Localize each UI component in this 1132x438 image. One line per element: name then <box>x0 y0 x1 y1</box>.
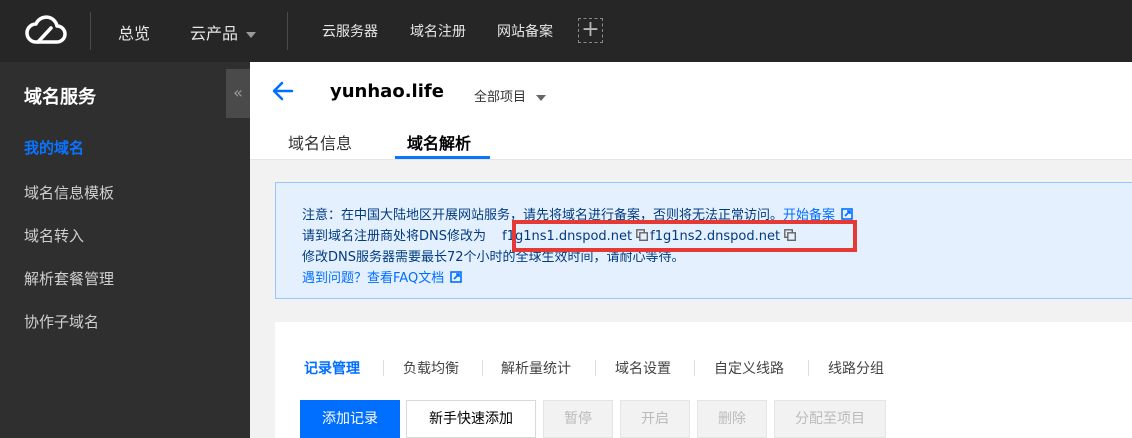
caret-down-icon <box>246 31 257 38</box>
nav-overview[interactable]: 总览 <box>118 20 150 44</box>
faq-link[interactable]: 查看FAQ文档 <box>367 271 444 286</box>
cloud-logo-icon[interactable] <box>24 14 68 48</box>
divider <box>383 360 384 376</box>
divider <box>694 360 695 376</box>
divider <box>482 360 483 376</box>
divider <box>808 360 809 376</box>
divider <box>287 12 288 50</box>
add-record-button[interactable]: 添加记录 <box>300 400 400 438</box>
nameserver-highlight-box <box>512 220 857 252</box>
quick-add-button[interactable]: 新手快速添加 <box>406 400 536 438</box>
pause-button[interactable]: 暂停 <box>543 400 613 438</box>
external-link-icon[interactable] <box>841 208 853 220</box>
subtab-load-balancing[interactable]: 负载均衡 <box>403 358 459 378</box>
divider <box>90 12 91 50</box>
nav-products[interactable]: 云产品 <box>190 20 257 44</box>
sidebar-item-sub-domains[interactable]: 协作子域名 <box>24 311 99 332</box>
notice-line-faq: 遇到问题？查看FAQ文档 <box>302 267 463 286</box>
sidebar-item-domain-transfer[interactable]: 域名转入 <box>24 225 84 246</box>
subtab-domain-settings[interactable]: 域名设置 <box>615 358 671 378</box>
page-title: yunhao.life <box>330 81 444 102</box>
assign-project-button[interactable]: 分配至项目 <box>774 400 886 438</box>
top-bar: 总览 云产品 云服务器 域名注册 网站备案 + <box>0 0 1132 62</box>
tab-dns-resolution[interactable]: 域名解析 <box>407 130 471 154</box>
domain-header: yunhao.life 全部项目 域名信息 域名解析 <box>250 62 1132 160</box>
back-arrow-icon[interactable] <box>272 80 294 102</box>
collapse-sidebar-icon[interactable]: « <box>226 69 250 118</box>
records-card: 记录管理 负载均衡 解析量统计 域名设置 自定义线路 线路分组 添加记录 新手快… <box>275 322 1132 438</box>
delete-button[interactable]: 删除 <box>697 400 767 438</box>
enable-button[interactable]: 开启 <box>620 400 690 438</box>
subtab-line-groups[interactable]: 线路分组 <box>828 358 884 378</box>
sidebar: 域名服务 « 我的域名 域名信息模板 域名转入 解析套餐管理 协作子域名 <box>0 62 250 438</box>
external-link-icon[interactable] <box>450 271 463 283</box>
shortcut-icp-filing[interactable]: 网站备案 <box>497 21 553 41</box>
caret-down-icon <box>536 94 547 101</box>
sidebar-item-my-domains[interactable]: 我的域名 <box>24 137 84 158</box>
plus-icon[interactable]: + <box>578 18 603 43</box>
shortcut-cvm[interactable]: 云服务器 <box>322 21 378 41</box>
divider <box>595 360 596 376</box>
sidebar-item-domain-templates[interactable]: 域名信息模板 <box>24 182 114 203</box>
shortcut-domain-registration[interactable]: 域名注册 <box>410 21 466 41</box>
project-select[interactable]: 全部项目 <box>474 86 547 105</box>
sidebar-title: 域名服务 <box>24 87 96 108</box>
subtab-record-management[interactable]: 记录管理 <box>304 358 360 378</box>
subtab-query-statistics[interactable]: 解析量统计 <box>501 358 571 378</box>
active-tab-indicator <box>395 156 490 159</box>
tab-domain-info[interactable]: 域名信息 <box>288 130 352 154</box>
sidebar-item-dns-packages[interactable]: 解析套餐管理 <box>24 268 114 289</box>
subtab-custom-lines[interactable]: 自定义线路 <box>714 358 784 378</box>
